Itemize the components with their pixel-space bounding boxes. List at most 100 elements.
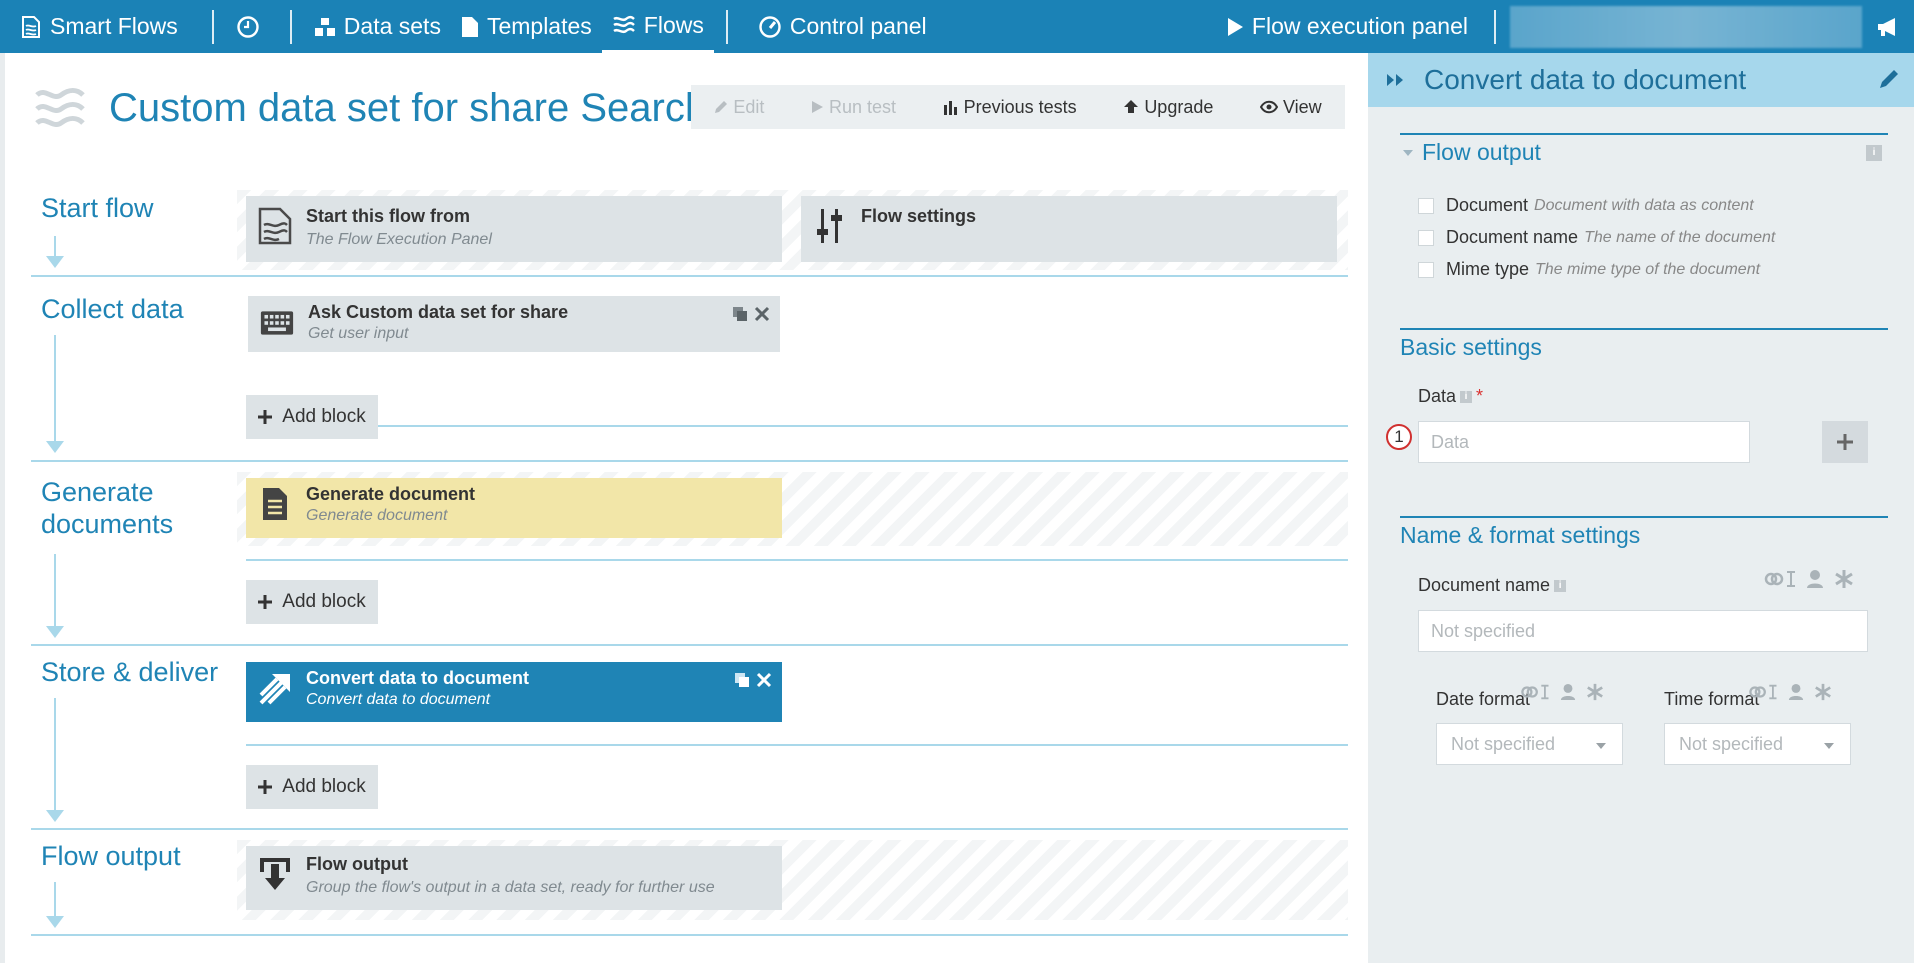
user-icon[interactable] <box>1806 569 1824 589</box>
checkbox[interactable] <box>1418 197 1434 214</box>
view-button[interactable]: View <box>1259 97 1322 118</box>
close-icon[interactable] <box>756 672 772 688</box>
output-document-name-option[interactable]: Document name The name of the document <box>1418 227 1775 248</box>
generate-document-block[interactable]: Generate document Generate document <box>246 478 782 538</box>
nav-datasets[interactable]: Data sets <box>304 0 451 53</box>
info-icon[interactable]: i <box>1866 145 1882 161</box>
flow-output-block[interactable]: Flow output Group the flow's output in a… <box>246 846 782 910</box>
document-name-input[interactable]: Not specified <box>1418 610 1868 652</box>
flow-settings-block[interactable]: Flow settings <box>801 196 1337 262</box>
block-title: Flow output <box>306 854 408 874</box>
section-title: Generate documents <box>41 476 173 540</box>
collapse-panel-icon[interactable] <box>1386 72 1404 88</box>
convert-data-block[interactable]: Convert data to document Convert data to… <box>246 662 782 722</box>
upgrade-button[interactable]: Upgrade <box>1123 97 1213 118</box>
select-value: Not specified <box>1679 734 1784 754</box>
section-store-deliver: Store & deliver Convert data to document… <box>31 646 1348 830</box>
option-label: Mime type <box>1446 259 1530 279</box>
announcements-button[interactable] <box>1862 0 1914 53</box>
section-title: Store & deliver <box>41 657 219 687</box>
nav-divider <box>289 9 292 44</box>
asterisk-icon[interactable] <box>1834 569 1854 589</box>
section-flow-output: Flow output Flow output Group the flow's… <box>31 830 1348 936</box>
info-icon[interactable]: i <box>1554 579 1567 592</box>
link-text-icon[interactable] <box>1764 569 1796 589</box>
section-heading: Basic settings <box>1400 334 1542 360</box>
megaphone-icon <box>1878 17 1895 36</box>
info-icon[interactable]: i <box>1460 390 1473 403</box>
field-label: Document name <box>1418 575 1551 595</box>
section-title-line: documents <box>41 509 174 539</box>
page-header: Custom data set for share Search <box>33 81 707 135</box>
trigger-icon <box>258 206 292 246</box>
add-block-button[interactable]: Add block <box>246 580 378 624</box>
data-input[interactable]: Data <box>1418 421 1750 463</box>
add-block-label: Add block <box>282 406 366 427</box>
block-subtitle: Generate document <box>306 507 448 524</box>
nav-flow-execution-panel-label: Flow execution panel <box>1251 13 1468 39</box>
document-name-source-icons <box>1764 569 1854 589</box>
time-format-select[interactable]: Not specified <box>1664 723 1851 765</box>
panel-title: Convert data to document <box>1424 64 1747 95</box>
block-settings-panel: Convert data to document Flow output i D… <box>1368 53 1914 963</box>
link-text-icon[interactable] <box>1748 683 1778 701</box>
bar-chart-icon <box>943 101 957 115</box>
chevron-down-icon <box>1596 743 1606 749</box>
block-title: Flow settings <box>861 206 977 226</box>
nav-divider <box>1494 9 1496 44</box>
date-format-field-label: Date format <box>1436 689 1531 709</box>
output-document-option[interactable]: Document Document with data as content <box>1418 195 1754 216</box>
block-actions <box>732 306 770 322</box>
previous-tests-button[interactable]: Previous tests <box>943 97 1077 118</box>
edit-label: Edit <box>733 96 765 117</box>
nav-control-panel[interactable]: Control panel <box>748 0 937 53</box>
nav-flow-execution-panel[interactable]: Flow execution panel <box>1216 0 1478 53</box>
nav-templates[interactable]: Templates <box>451 0 602 53</box>
link-text-icon[interactable] <box>1520 683 1550 701</box>
pencil-icon[interactable] <box>1878 68 1900 90</box>
copy-icon[interactable] <box>732 306 748 322</box>
block-subtitle: Group the flow's output in a data set, r… <box>306 879 715 896</box>
field-label: Data <box>1418 386 1457 406</box>
upgrade-label: Upgrade <box>1144 96 1214 117</box>
flow-output-heading[interactable]: Flow output i <box>1400 133 1888 173</box>
edit-button[interactable]: Edit <box>714 97 764 118</box>
copy-icon[interactable] <box>734 672 750 688</box>
checkbox[interactable] <box>1418 261 1434 278</box>
add-block-button[interactable]: Add block <box>246 765 378 809</box>
nav-flows[interactable]: Flows <box>601 0 714 53</box>
block-subtitle: Get user input <box>308 325 409 342</box>
section-title-line: Generate <box>41 477 154 507</box>
section-arrow <box>46 554 64 638</box>
checkbox[interactable] <box>1418 229 1434 246</box>
add-block-label: Add block <box>282 776 366 797</box>
section-collect-data: Collect data Ask Custom data set for sha… <box>31 277 1348 462</box>
run-test-button[interactable]: Run test <box>811 97 896 118</box>
block-text: Start this flow from The Flow Execution … <box>306 206 492 249</box>
plus-icon <box>258 595 273 609</box>
smart-flows-logo-icon <box>22 15 40 38</box>
user-icon[interactable] <box>1560 683 1576 701</box>
output-mime-type-option[interactable]: Mime type The mime type of the document <box>1418 259 1760 280</box>
user-menu[interactable] <box>1510 5 1862 48</box>
required-marker: * <box>1476 386 1484 406</box>
nav-brand[interactable]: Smart Flows <box>0 0 188 53</box>
convert-icon <box>258 668 292 708</box>
add-data-button[interactable] <box>1822 421 1868 463</box>
gauge-icon <box>759 15 781 38</box>
nav-divider <box>211 9 214 44</box>
block-subtitle: The Flow Execution Panel <box>306 231 492 248</box>
ask-data-block[interactable]: Ask Custom data set for share Get user i… <box>248 296 780 352</box>
user-icon[interactable] <box>1788 683 1804 701</box>
start-trigger-block[interactable]: Start this flow from The Flow Execution … <box>246 196 782 262</box>
asterisk-icon[interactable] <box>1586 683 1604 701</box>
date-format-select[interactable]: Not specified <box>1436 723 1623 765</box>
document-name-field-label: Document name i <box>1418 575 1567 596</box>
asterisk-icon[interactable] <box>1814 683 1832 701</box>
basic-settings-heading: Basic settings <box>1400 328 1888 368</box>
add-block-label: Add block <box>282 591 366 612</box>
add-block-button[interactable]: Add block <box>246 395 378 439</box>
close-icon[interactable] <box>754 306 770 322</box>
history-button[interactable] <box>226 0 278 53</box>
section-arrow <box>46 882 64 928</box>
